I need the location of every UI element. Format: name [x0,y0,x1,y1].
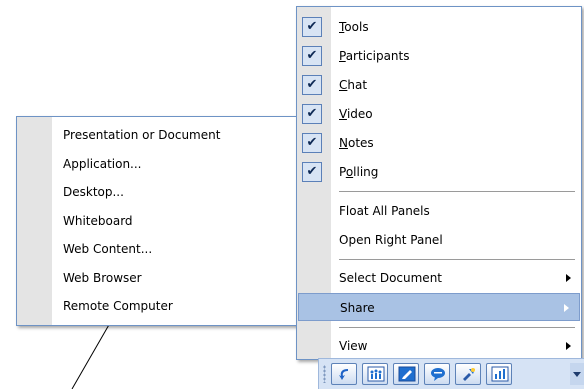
menu-item-whiteboard[interactable]: Whiteboard [17,207,297,236]
checkmark-icon: ✔ [302,104,322,124]
menu-item-label: Whiteboard [63,213,133,228]
undo-button[interactable] [331,363,357,385]
submenu-arrow-icon [566,274,571,282]
menu-item-label: Video [339,107,373,121]
panel-toolbar [318,358,584,389]
menu-item-application[interactable]: Application... [17,150,297,179]
menu-item-open-right-panel[interactable]: Open Right Panel [297,226,581,254]
menu-item-label: Web Content... [63,242,153,256]
menu-item-tools[interactable]: ✔ Tools [297,13,581,41]
menu-item-notes[interactable]: ✔ Notes [297,129,581,157]
submenu-arrow-icon [566,342,571,350]
participants-icon [367,366,385,382]
checkmark-icon: ✔ [302,17,322,37]
menu-item-float-all-panels[interactable]: Float All Panels [297,197,581,225]
toolbar-dropdown-arrow-icon[interactable] [570,363,584,385]
tools-button[interactable] [455,363,481,385]
menu-item-label: Polling [339,165,379,179]
share-submenu: Presentation or Document Application... … [16,116,298,326]
menu-item-desktop[interactable]: Desktop... [17,178,297,207]
menu-item-label: Open Right Panel [339,233,443,247]
notes-button[interactable] [393,363,419,385]
participants-button[interactable] [362,363,388,385]
menu-item-web-content[interactable]: Web Content... [17,235,297,264]
undo-arrow-icon [339,369,348,380]
menu-item-polling[interactable]: ✔ Polling [297,158,581,186]
toolbar-grip-handle[interactable] [323,365,326,383]
menu-item-label: Desktop... [63,185,124,199]
chat-icon [431,368,445,381]
menu-item-presentation-or-document[interactable]: Presentation or Document [17,121,297,150]
menu-item-label: View [339,339,368,353]
checkmark-icon: ✔ [302,162,322,182]
checkmark-icon: ✔ [302,46,322,66]
notes-icon [398,366,416,382]
menu-item-label: Share [340,301,375,315]
panel-menu: ✔ Tools ✔ Participants ✔ Chat ✔ Video ✔ … [296,6,582,360]
submenu-arrow-icon [564,304,569,312]
menu-item-label: Application... [63,156,142,171]
polling-icon [491,366,509,382]
menu-separator [339,191,575,192]
checkmark-icon: ✔ [302,133,322,153]
menu-item-participants[interactable]: ✔ Participants [297,42,581,70]
menu-item-share[interactable]: Share [298,293,580,321]
menu-item-select-document[interactable]: Select Document [297,264,581,292]
menu-item-web-browser[interactable]: Web Browser [17,264,297,293]
menu-item-label: Select Document [339,271,443,285]
menu-item-label: Participants [339,49,410,63]
menu-item-label: Float All Panels [339,204,430,218]
menu-item-label: Notes [339,136,374,150]
menu-item-chat[interactable]: ✔ Chat [297,71,581,99]
menu-separator [339,327,575,328]
tools-icon [463,368,475,381]
menu-item-label: Remote Computer [63,299,173,313]
menu-item-label: Web Browser [63,270,142,285]
checkmark-icon: ✔ [302,75,322,95]
menu-item-view[interactable]: View [297,332,581,360]
menu-item-remote-computer[interactable]: Remote Computer [17,292,297,321]
polling-button[interactable] [486,363,512,385]
menu-item-label: Chat [339,78,368,92]
menu-item-label: Presentation or Document [63,128,221,142]
menu-separator [339,259,575,260]
menu-item-video[interactable]: ✔ Video [297,100,581,128]
menu-item-label: Tools [339,20,369,34]
chat-button[interactable] [424,363,450,385]
